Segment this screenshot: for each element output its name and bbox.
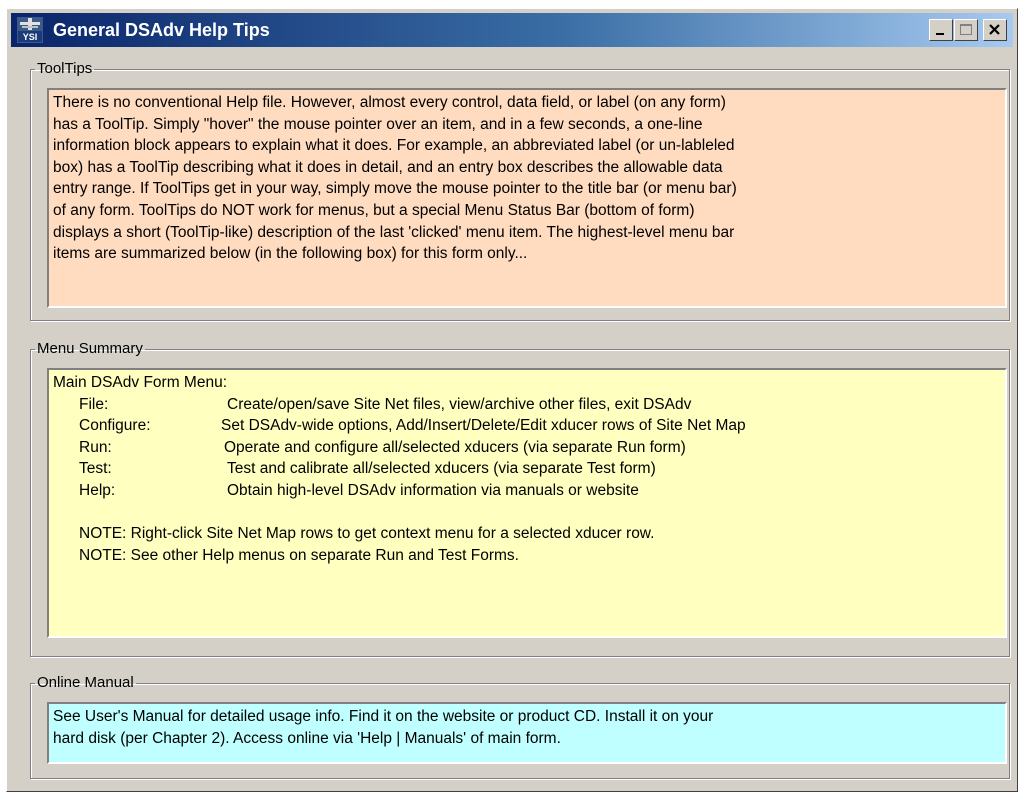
tooltips-line: information block appears to explain wha… <box>53 137 735 155</box>
svg-text:YSI: YSI <box>23 32 38 42</box>
tooltips-line: box) has a ToolTip describing what it do… <box>53 158 723 176</box>
online-manual-line: hard disk (per Chapter 2). Access online… <box>53 729 561 747</box>
menu-summary-note: NOTE: Right-click Site Net Map rows to g… <box>79 525 655 543</box>
title-bar[interactable]: YSI General DSAdv Help Tips <box>11 13 1013 47</box>
tooltips-text-box[interactable]: There is no conventional Help file. Howe… <box>47 88 1007 308</box>
menu-key: Help: <box>79 481 116 499</box>
menu-desc: Obtain high-level DSAdv information via … <box>227 481 639 499</box>
menu-desc: Operate and configure all/selected xduce… <box>224 438 686 456</box>
minimize-button[interactable] <box>929 19 953 41</box>
online-manual-legend: Online Manual <box>37 674 134 691</box>
online-manual-line: See User's Manual for detailed usage inf… <box>53 708 714 725</box>
menu-summary-item-test: Test: Test and calibrate all/selected xdu… <box>53 458 1001 480</box>
menu-key: Configure: <box>79 417 151 435</box>
maximize-icon <box>960 24 972 35</box>
online-manual-text-box[interactable]: See User's Manual for detailed usage inf… <box>47 702 1007 764</box>
tooltips-line: displays a short (ToolTip-like) descript… <box>53 223 735 241</box>
maximize-button[interactable] <box>954 19 978 41</box>
menu-summary-heading: Main DSAdv Form Menu: <box>53 374 227 391</box>
close-button[interactable] <box>983 19 1007 41</box>
ysi-app-icon: YSI <box>17 17 43 43</box>
menu-desc: Create/open/save Site Net files, view/ar… <box>227 395 692 413</box>
close-icon <box>989 24 1000 35</box>
menu-desc: Set DSAdv-wide options, Add/Insert/Delet… <box>221 417 746 435</box>
menu-summary-note: NOTE: See other Help menus on separate R… <box>79 546 519 564</box>
menu-key: Run: <box>79 438 112 456</box>
window-title: General DSAdv Help Tips <box>53 20 270 40</box>
minimize-icon <box>936 33 944 35</box>
tooltips-line: entry range. If ToolTips get in your way… <box>53 180 737 198</box>
menu-summary-item-configure: Configure: Set DSAdv-wide options, Add/In… <box>53 415 1001 437</box>
menu-summary-item-help: Help: Obtain high-level DSAdv information… <box>53 480 1001 502</box>
menu-key: File: <box>79 395 109 413</box>
help-tips-window: YSI General DSAdv Help Tips ToolTips The… <box>6 8 1018 792</box>
tooltips-line: of any form. ToolTips do NOT work for me… <box>53 201 695 219</box>
menu-key: Test: <box>79 460 112 478</box>
tooltips-line: items are summarized below (in the follo… <box>53 245 528 263</box>
menu-summary-text-box[interactable]: Main DSAdv Form Menu: File: Create/open/s… <box>47 368 1007 638</box>
menu-summary-item-file: File: Create/open/save Site Net files, vi… <box>53 394 1001 416</box>
tooltips-legend: ToolTips <box>37 60 93 77</box>
menu-summary-legend: Menu Summary <box>37 340 143 357</box>
menu-desc: Test and calibrate all/selected xducers … <box>227 460 656 478</box>
tooltips-line: has a ToolTip. Simply "hover" the mouse … <box>53 115 703 133</box>
tooltips-line: There is no conventional Help file. Howe… <box>53 94 726 111</box>
menu-summary-item-run: Run: Operate and configure all/selected x… <box>53 437 1001 459</box>
